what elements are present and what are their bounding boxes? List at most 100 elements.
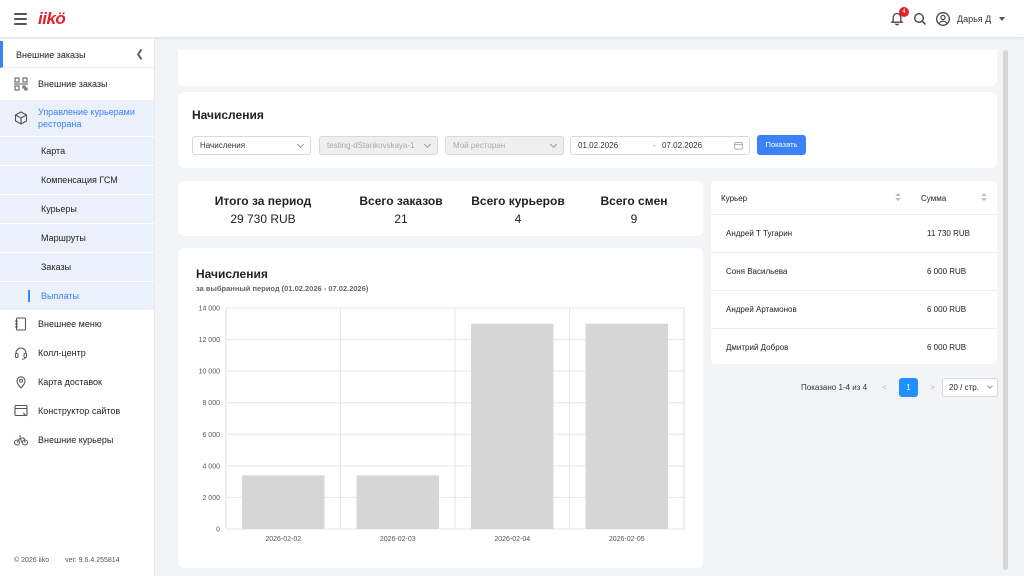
chevron-down-icon[interactable]: [999, 17, 1005, 21]
hamburger-menu-icon[interactable]: [14, 13, 27, 25]
search-icon[interactable]: [912, 11, 928, 27]
organization-select: testing-dStankovskaya-1: [319, 136, 438, 155]
chart-bar: [242, 475, 325, 529]
chevron-down-icon: [423, 140, 432, 149]
x-tick-label: 2026-02-04: [494, 536, 530, 543]
restaurant-select: Мой ресторан: [445, 136, 564, 155]
sort-icon[interactable]: [981, 193, 987, 203]
sidebar-footer: © 2026 iiko ver: 9.6.4.255814: [14, 557, 134, 564]
stat-total-shifts: Всего смен 9: [574, 194, 694, 226]
top-bar: iikö 4 Дарья Д: [0, 0, 1024, 38]
chart-bar: [585, 323, 668, 529]
sidebar-item-label: Курьеры: [41, 204, 77, 214]
notification-badge: 4: [899, 7, 909, 17]
table-header: Курьер Сумма: [711, 181, 997, 215]
y-tick-label: 6 000: [202, 432, 220, 439]
sidebar-item-label: Внешние заказы: [38, 79, 108, 89]
date-to-input[interactable]: 07.02.2026: [662, 141, 702, 150]
cell-amount: 6 000 RUB: [927, 343, 967, 352]
stat-total-couriers: Всего курьеров 4: [458, 194, 578, 226]
sidebar-subitem-routes[interactable]: Маршруты: [0, 224, 154, 252]
sidebar-item-label: Выплаты: [41, 291, 79, 301]
y-tick-label: 12 000: [199, 337, 221, 344]
x-tick-label: 2026-02-03: [380, 536, 416, 543]
column-header-courier[interactable]: Курьер: [721, 194, 747, 203]
sidebar-item-label: Управление курьерами ресторана: [38, 107, 135, 129]
sidebar-item-external-couriers[interactable]: Внешние курьеры: [0, 426, 154, 454]
table-row[interactable]: Соня Васильева 6 000 RUB: [711, 253, 997, 291]
sidebar-item-courier-management[interactable]: Управление курьерами ресторана: [0, 100, 154, 136]
sidebar-item-external-menu[interactable]: Внешнее меню: [0, 310, 154, 338]
sidebar: Внешние заказы ❮ Внешние заказы Управлен…: [0, 39, 155, 576]
stat-value: 4: [514, 212, 522, 226]
stat-total-orders: Всего заказов 21: [341, 194, 461, 226]
filter-card: Начисления Начисления testing-dStankovsk…: [178, 92, 997, 168]
stat-value: 9: [630, 212, 638, 226]
organization-select-value: testing-dStankovskaya-1: [327, 141, 415, 150]
qr-code-icon: [14, 77, 28, 91]
date-range-picker[interactable]: 01.02.2026 - 07.02.2026: [570, 136, 750, 155]
x-tick-label: 2026-02-05: [609, 536, 645, 543]
calendar-icon[interactable]: [734, 141, 743, 150]
page-size-select[interactable]: 20 / стр.: [942, 378, 998, 397]
page-1-button[interactable]: 1: [899, 378, 918, 397]
cell-courier: Соня Васильева: [726, 267, 788, 276]
sidebar-subitem-orders[interactable]: Заказы: [0, 253, 154, 281]
sidebar-section-title: Внешние заказы: [16, 50, 86, 60]
table-row[interactable]: Дмитрий Добров 6 000 RUB: [711, 329, 997, 367]
sidebar-section-header[interactable]: Внешние заказы ❮: [0, 41, 154, 68]
stat-title: Всего смен: [600, 194, 668, 208]
iiko-logo[interactable]: iikö: [38, 9, 66, 29]
user-name[interactable]: Дарья Д: [957, 14, 991, 24]
chart-card: Начисления за выбранный период (01.02.20…: [178, 248, 703, 568]
stat-title: Всего курьеров: [471, 194, 565, 208]
headset-icon: [15, 347, 27, 360]
copyright-text: © 2026 iiko: [14, 557, 50, 564]
y-tick-label: 4 000: [202, 463, 220, 470]
restaurant-select-value: Мой ресторан: [453, 141, 506, 150]
sidebar-item-external-orders[interactable]: Внешние заказы: [0, 70, 154, 98]
sidebar-item-delivery-map[interactable]: Карта доставок: [0, 368, 154, 396]
next-page-button[interactable]: >: [923, 378, 942, 397]
cell-amount: 11 730 RUB: [927, 229, 970, 238]
sort-icon[interactable]: [895, 193, 901, 203]
column-header-amount[interactable]: Сумма: [921, 194, 946, 203]
sidebar-subitem-couriers[interactable]: Курьеры: [0, 195, 154, 223]
sidebar-subitem-map[interactable]: Карта: [0, 137, 154, 165]
stat-total-period: Итого за период 29 730 RUB: [203, 194, 323, 226]
prev-page-button[interactable]: <: [875, 378, 894, 397]
page-scrollbar[interactable]: [1003, 50, 1008, 570]
y-tick-label: 2 000: [202, 495, 220, 502]
cell-amount: 6 000 RUB: [927, 305, 967, 314]
sidebar-subitem-fuel-compensation[interactable]: Компенсация ГСМ: [0, 166, 154, 194]
sidebar-item-label: Колл-центр: [38, 348, 86, 358]
user-account-icon[interactable]: [935, 11, 951, 27]
chart-subtitle: за выбранный период (01.02.2026 - 07.02.…: [196, 284, 369, 293]
chevron-left-icon[interactable]: ❮: [136, 49, 144, 60]
chart-title: Начисления: [196, 267, 268, 281]
y-tick-label: 10 000: [199, 369, 221, 376]
chevron-down-icon: [987, 383, 993, 389]
stat-value: 29 730 RUB: [230, 212, 296, 226]
top-placeholder-card: [178, 50, 997, 86]
sidebar-item-call-center[interactable]: Колл-центр: [0, 339, 154, 367]
sidebar-item-site-builder[interactable]: Конструктор сайтов: [0, 397, 154, 425]
sidebar-item-label: Заказы: [41, 262, 72, 272]
cell-courier: Дмитрий Добров: [726, 343, 789, 352]
bicycle-icon: [14, 435, 28, 446]
sidebar-subitem-payouts[interactable]: Выплаты: [0, 282, 154, 310]
x-tick-label: 2026-02-02: [265, 536, 301, 543]
chart-bar: [471, 323, 554, 529]
sidebar-item-label: Конструктор сайтов: [38, 406, 121, 416]
y-tick-label: 14 000: [199, 306, 221, 313]
date-from-input[interactable]: 01.02.2026: [578, 141, 618, 150]
menu-book-icon: [15, 317, 27, 331]
accruals-bar-chart: 14 000 12 000 10 000 8 000 6 000 4 000 2 000 0 2…: [199, 306, 685, 543]
sidebar-item-label: Карта доставок: [38, 377, 102, 387]
table-row[interactable]: Андрей Артамонов 6 000 RUB: [711, 291, 997, 329]
type-select[interactable]: Начисления: [192, 136, 311, 155]
page-size-value: 20 / стр.: [949, 383, 979, 392]
table-row[interactable]: Андрей Т Тугарин 11 730 RUB: [711, 215, 997, 253]
show-button[interactable]: Показать: [757, 135, 806, 155]
stat-title: Итого за период: [214, 194, 312, 208]
